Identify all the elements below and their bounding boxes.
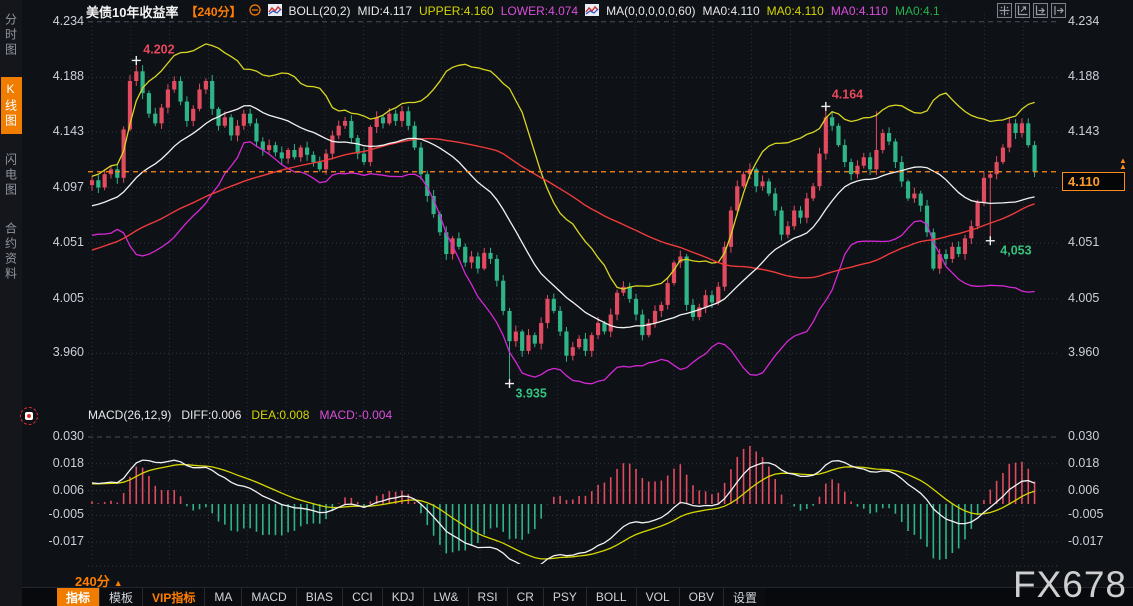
toolbar-item[interactable]: BIAS xyxy=(296,588,342,606)
macd-alert-icon xyxy=(25,412,33,420)
toolbar-item[interactable]: CCI xyxy=(342,588,382,606)
ma-value-2: MA0:4.110 xyxy=(767,4,824,18)
indicator-toolbar: 指标模板VIP指标MAMACDBIASCCIKDJLW&RSICRPSYBOLL… xyxy=(57,588,766,606)
boll-lower: LOWER:4.074 xyxy=(501,4,578,18)
toolbar-item[interactable]: LW& xyxy=(423,588,467,606)
axis-tick-label: -0.005 xyxy=(38,507,84,521)
axis-tick-label: -0.005 xyxy=(1068,507,1114,521)
ma-value-4: MA0:4.1 xyxy=(895,4,940,18)
sidebar-tab[interactable]: 合约资料 xyxy=(1,217,22,287)
toolbar-item[interactable]: KDJ xyxy=(382,588,424,606)
price-annotation-label: 4.164 xyxy=(832,87,863,101)
sidebar-tab[interactable]: 闪电图 xyxy=(1,148,22,203)
toolbar-item[interactable]: CR xyxy=(507,588,543,606)
axis-tick-label: 4.051 xyxy=(38,235,84,249)
crosshair-move-icon[interactable] xyxy=(997,3,1012,18)
toolbar-item[interactable]: BOLL xyxy=(586,588,636,606)
axis-zoom-right-icon[interactable] xyxy=(1033,3,1048,18)
candlestick-series xyxy=(90,60,1037,383)
price-annotation-label: 4,053 xyxy=(1000,244,1031,258)
boll-lower-line xyxy=(92,142,1035,384)
ma60-line xyxy=(92,139,1035,278)
axis-tick-label: 4.097 xyxy=(38,180,84,194)
indicator-chart-icon xyxy=(268,4,282,19)
toolbar-item[interactable]: 模板 xyxy=(99,588,142,606)
macd-dea-line xyxy=(92,465,1035,559)
chart-app: 4.202 4.164 3.935 4,053 分时图 K线图闪电图合约资料 美债10年… xyxy=(0,0,1133,606)
ma-value-3: MA0:4.110 xyxy=(831,4,888,18)
boll-mid: MID:4.117 xyxy=(358,4,412,18)
axis-tick-label: -0.017 xyxy=(38,534,84,548)
axis-zoom-up-icon[interactable] xyxy=(1015,3,1030,18)
toolbar-item[interactable]: VOL xyxy=(636,588,679,606)
macd-label: MACD(26,12,9) xyxy=(88,408,171,422)
price-annotation-label: 3.935 xyxy=(516,387,547,401)
macd-panel xyxy=(92,446,1035,567)
current-price-badge: 4.110 xyxy=(1062,172,1125,191)
axis-tick-label: 0.018 xyxy=(1068,456,1114,470)
ma-value-1: MA0:4.110 xyxy=(703,4,760,18)
indicator-chart-icon xyxy=(585,4,599,19)
chevron-up-icon: ▲ xyxy=(114,578,123,588)
chart-canvas[interactable]: 4.202 4.164 3.935 4,053 xyxy=(0,0,1133,606)
time-axis: 09/2510/0310/1310/2210/3111/10 xyxy=(0,568,1133,588)
toolbar-item[interactable]: 设置 xyxy=(723,588,766,606)
toolbar-item[interactable]: VIP指标 xyxy=(142,588,204,606)
axis-tick-label: 0.030 xyxy=(1068,429,1114,443)
boll-label: BOLL(20,2) xyxy=(289,4,351,18)
toolbar-item[interactable]: RSI xyxy=(468,588,507,606)
axis-tick-label: 3.960 xyxy=(1068,345,1114,359)
sidebar: 分时图 K线图闪电图合约资料 xyxy=(0,0,22,606)
axis-tick-label: 4.234 xyxy=(38,14,84,28)
price-up-marker-icon: ▲▲ xyxy=(1118,158,1128,170)
axis-tick-label: 3.960 xyxy=(38,345,84,359)
axis-tick-label: 4.005 xyxy=(38,291,84,305)
watermark: FX678 xyxy=(1013,564,1127,606)
circle-minus-icon[interactable] xyxy=(249,4,261,19)
axis-tick-label: 4.143 xyxy=(1068,124,1114,138)
chart-header: 美债10年收益率 【240分】 BOLL(20,2) MID:4.117 UPP… xyxy=(86,2,940,20)
sidebar-tab[interactable]: K线图 xyxy=(1,77,22,134)
axis-tick-label: 4.005 xyxy=(1068,291,1114,305)
toolbar-item[interactable]: MACD xyxy=(241,588,295,606)
axis-tick-label: 4.051 xyxy=(1068,235,1114,249)
toolbar-item[interactable]: PSY xyxy=(543,588,586,606)
boll-upper: UPPER:4.160 xyxy=(419,4,494,18)
price-annotation-label: 4.202 xyxy=(143,42,174,56)
axis-tick-label: 4.234 xyxy=(1068,14,1114,28)
toolbar-item[interactable]: 指标 xyxy=(57,588,99,606)
axis-tick-label: 4.188 xyxy=(38,69,84,83)
overlay-lines xyxy=(92,44,1035,384)
macd-header: MACD(26,12,9) DIFF:0.006 DEA:0.008 MACD:… xyxy=(88,408,392,422)
toolbar-item[interactable]: OBV xyxy=(679,588,723,606)
axis-tick-label: 0.030 xyxy=(38,429,84,443)
macd-bar-value: MACD:-0.004 xyxy=(319,408,392,422)
sidebar-tab[interactable]: 分时图 xyxy=(1,8,22,63)
axis-tick-label: 0.018 xyxy=(38,456,84,470)
axis-tick-label: 0.006 xyxy=(1068,483,1114,497)
macd-diff-line xyxy=(92,460,1035,566)
toolbar-item[interactable]: MA xyxy=(204,588,241,606)
page-forward-icon[interactable] xyxy=(1051,3,1066,18)
macd-diff-value: DIFF:0.006 xyxy=(181,408,241,422)
axis-tick-label: 4.188 xyxy=(1068,69,1114,83)
macd-dea-value: DEA:0.008 xyxy=(251,408,309,422)
axis-tick-label: 4.143 xyxy=(38,124,84,138)
ma-label: MA(0,0,0,0,0,60) xyxy=(606,4,695,18)
pane-toolbar xyxy=(997,3,1066,18)
axis-tick-label: -0.017 xyxy=(1068,534,1114,548)
axis-tick-label: 0.006 xyxy=(38,483,84,497)
price-annotations: 4.202 4.164 3.935 4,053 xyxy=(132,42,1032,400)
interval-label: 【240分】 xyxy=(185,3,241,20)
symbol-title: 美债10年收益率 xyxy=(86,2,178,21)
